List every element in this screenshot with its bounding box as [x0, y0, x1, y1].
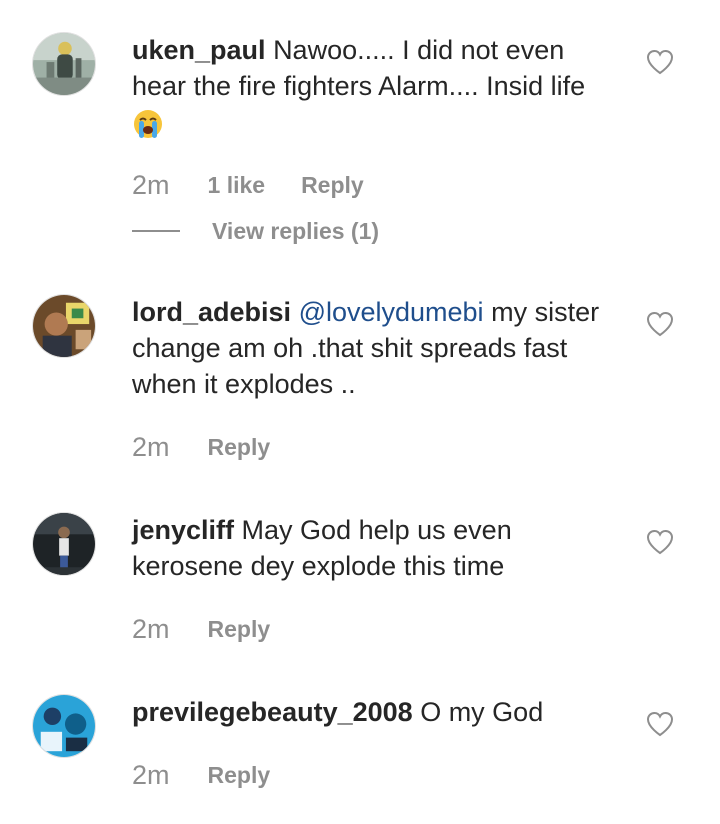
comment-time: 2m [132, 169, 170, 200]
comment-text-block: previlegebeauty_2008 O my God [132, 694, 612, 730]
like-heart-icon[interactable] [646, 529, 674, 555]
avatar[interactable] [32, 294, 96, 358]
view-replies-divider [132, 230, 180, 232]
comment-username[interactable]: uken_paul [132, 35, 266, 65]
reply-button[interactable]: Reply [208, 762, 271, 789]
avatar[interactable] [32, 512, 96, 576]
like-heart-icon[interactable] [646, 711, 674, 737]
comment-mention[interactable]: @lovelydumebi [299, 297, 484, 327]
comment-username[interactable]: previlegebeauty_2008 [132, 697, 413, 727]
reply-button[interactable]: Reply [301, 172, 364, 199]
comment-item: uken_paul Nawoo..... I did not even hear… [0, 0, 720, 270]
comment-likes[interactable]: 1 like [208, 172, 266, 199]
comment-meta: 2m 1 like Reply [132, 170, 364, 200]
crying-face-icon [132, 108, 164, 140]
comment-text-block: jenycliff May God help us even kerosene … [132, 512, 612, 584]
avatar[interactable] [32, 32, 96, 96]
comment-time: 2m [132, 613, 170, 644]
avatar[interactable] [32, 694, 96, 758]
comment-username[interactable]: lord_adebisi [132, 297, 291, 327]
reply-button[interactable]: Reply [208, 616, 271, 643]
like-heart-icon[interactable] [646, 311, 674, 337]
comment-meta: 2m Reply [132, 614, 270, 644]
like-heart-icon[interactable] [646, 49, 674, 75]
comment-item: previlegebeauty_2008 O my God 2m Reply [0, 0, 720, 790]
comment-text: O my God [420, 697, 544, 727]
comment-meta: 2m Reply [132, 760, 270, 790]
comment-time: 2m [132, 759, 170, 790]
view-replies-label[interactable]: View replies (1) [212, 218, 379, 245]
reply-button[interactable]: Reply [208, 434, 271, 461]
comment-username[interactable]: jenycliff [132, 515, 234, 545]
comment-meta: 2m Reply [132, 432, 270, 462]
comment-time: 2m [132, 431, 170, 462]
comment-text-block: lord_adebisi @lovelydumebi my sister cha… [132, 294, 612, 402]
view-replies-button[interactable]: View replies (1) [132, 216, 379, 246]
comment-text-block: uken_paul Nawoo..... I did not even hear… [132, 32, 612, 140]
